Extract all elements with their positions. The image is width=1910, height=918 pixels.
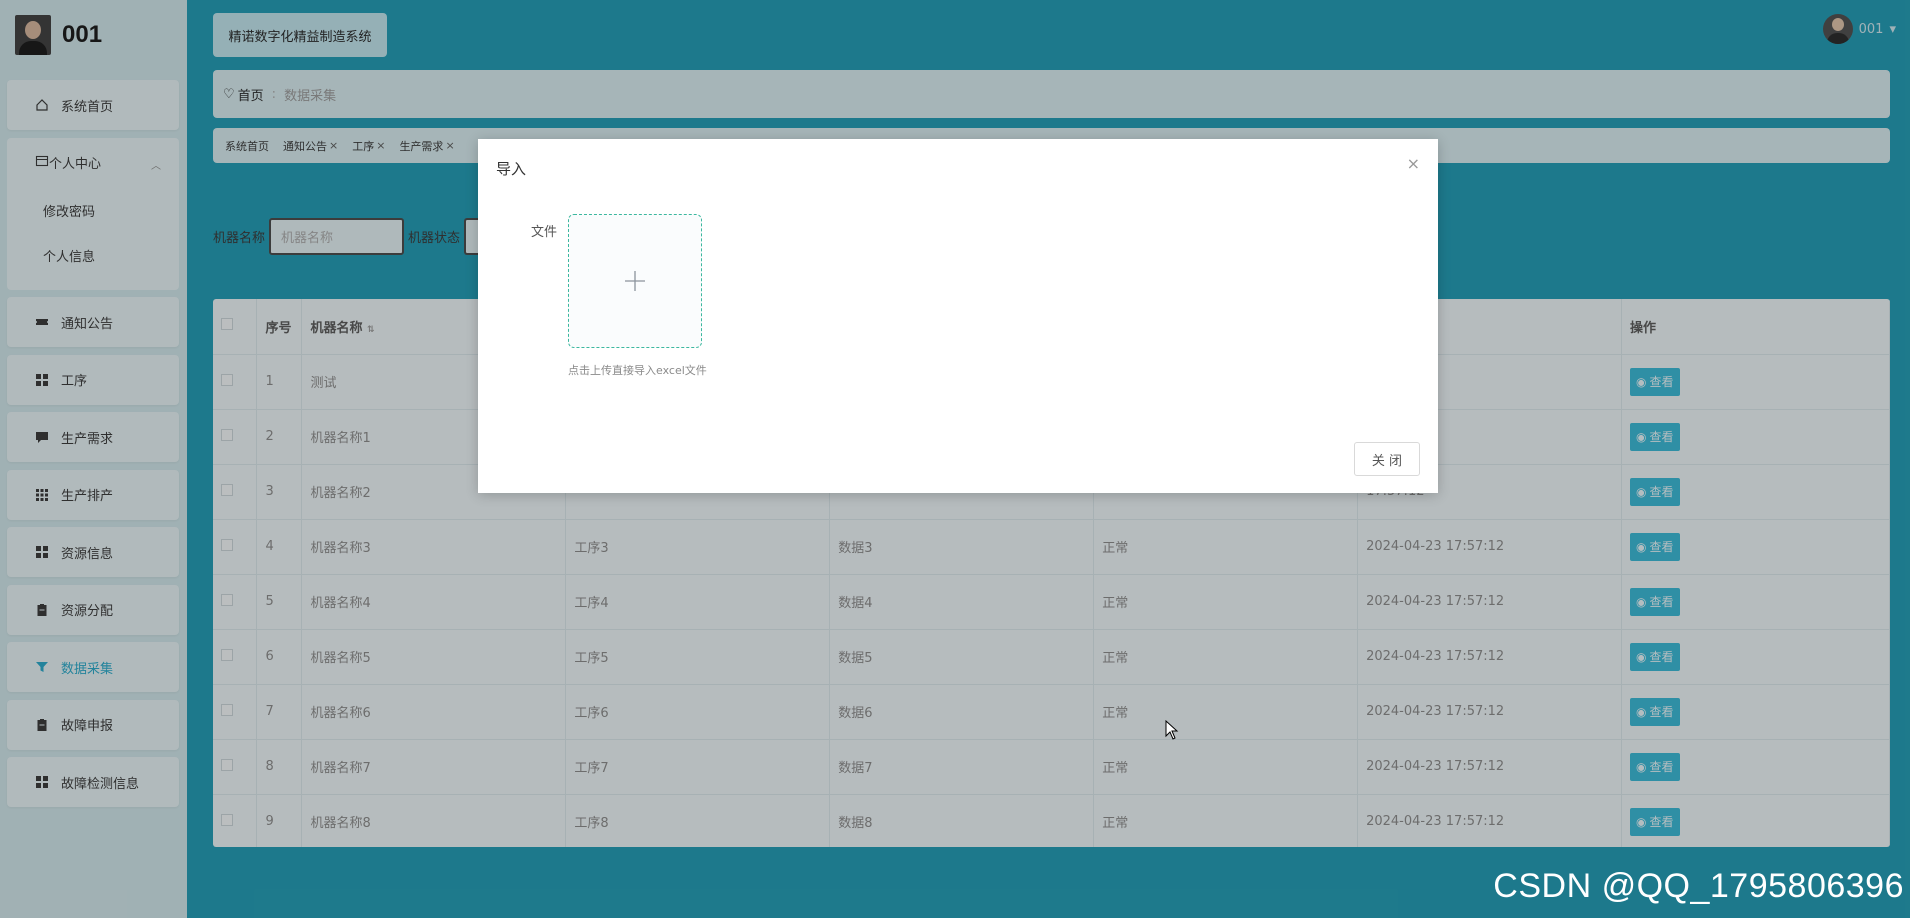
dialog-title: 导入 — [496, 160, 527, 178]
mouse-cursor-icon — [1165, 720, 1179, 740]
plus-icon — [625, 271, 645, 291]
close-icon[interactable]: × — [1407, 154, 1420, 173]
upload-area[interactable] — [568, 214, 702, 348]
upload-tip: 点击上传直接导入excel文件 — [568, 364, 707, 377]
close-button[interactable]: 关 闭 — [1354, 442, 1420, 476]
file-label: 文件 — [531, 225, 558, 240]
import-dialog: 导入 × 文件 点击上传直接导入excel文件 关 闭 — [478, 139, 1438, 493]
watermark: CSDN @QQ_1795806396 — [1493, 867, 1904, 905]
